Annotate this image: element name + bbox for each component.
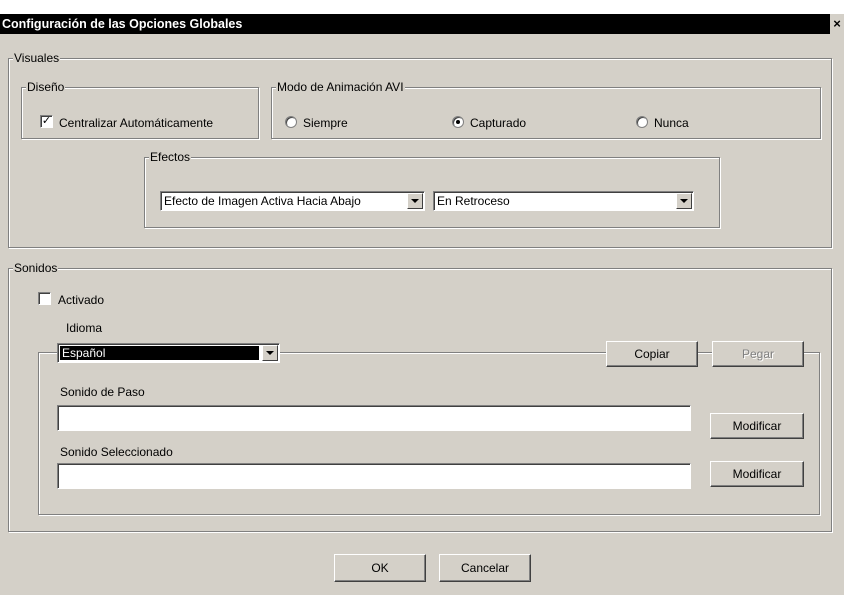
- cancelar-button[interactable]: Cancelar: [439, 554, 531, 582]
- retroceso-dropdown[interactable]: En Retroceso: [433, 191, 694, 211]
- diseno-legend: Diseño: [26, 80, 66, 94]
- chevron-down-icon[interactable]: [407, 193, 423, 209]
- nunca-radio[interactable]: [636, 116, 648, 128]
- visuales-legend: Visuales: [13, 51, 61, 65]
- window-title: Configuración de las Opciones Globales: [2, 17, 243, 31]
- sonidos-legend: Sonidos: [13, 261, 59, 275]
- check-icon: ✓: [41, 115, 52, 127]
- copiar-button[interactable]: Copiar: [606, 341, 698, 367]
- capturado-radio[interactable]: [452, 116, 464, 128]
- centralizar-label[interactable]: Centralizar Automáticamente: [59, 116, 213, 130]
- efecto-dropdown[interactable]: Efecto de Imagen Activa Hacia Abajo: [160, 191, 425, 211]
- diseno-group: Diseño: [21, 80, 259, 139]
- idioma-label: Idioma: [66, 321, 103, 335]
- modificar-seleccionado-button[interactable]: Modificar: [710, 461, 804, 487]
- modo-animacion-legend: Modo de Animación AVI: [276, 80, 405, 94]
- siempre-radio[interactable]: [285, 116, 297, 128]
- radio-selected-dot: [456, 120, 460, 124]
- idioma-dropdown[interactable]: Español: [57, 343, 280, 363]
- chevron-down-icon[interactable]: [262, 345, 278, 361]
- sonido-paso-label: Sonido de Paso: [60, 385, 145, 399]
- activado-checkbox[interactable]: [38, 292, 51, 305]
- efectos-legend: Efectos: [149, 150, 192, 164]
- close-icon[interactable]: ×: [830, 14, 844, 34]
- efecto-value: Efecto de Imagen Activa Hacia Abajo: [164, 194, 361, 208]
- ok-button[interactable]: OK: [334, 554, 426, 582]
- idioma-group: [38, 352, 820, 515]
- modo-animacion-group: Modo de Animación AVI: [271, 80, 821, 139]
- centralizar-checkbox[interactable]: ✓: [40, 115, 53, 128]
- retroceso-value: En Retroceso: [437, 194, 510, 208]
- chevron-down-icon[interactable]: [676, 193, 692, 209]
- activado-label[interactable]: Activado: [58, 293, 104, 307]
- pegar-button[interactable]: Pegar: [712, 341, 804, 367]
- sonido-paso-field[interactable]: [57, 405, 691, 431]
- top-strip: [0, 0, 844, 14]
- sonido-seleccionado-label: Sonido Seleccionado: [60, 445, 173, 459]
- modificar-paso-button[interactable]: Modificar: [710, 413, 804, 439]
- title-bar: Configuración de las Opciones Globales: [0, 14, 844, 34]
- dialog-window: Configuración de las Opciones Globales ×…: [0, 0, 844, 595]
- sonido-seleccionado-field[interactable]: [57, 463, 691, 489]
- nunca-label[interactable]: Nunca: [654, 116, 689, 130]
- idioma-value: Español: [60, 346, 259, 360]
- capturado-label[interactable]: Capturado: [470, 116, 526, 130]
- siempre-label[interactable]: Siempre: [303, 116, 348, 130]
